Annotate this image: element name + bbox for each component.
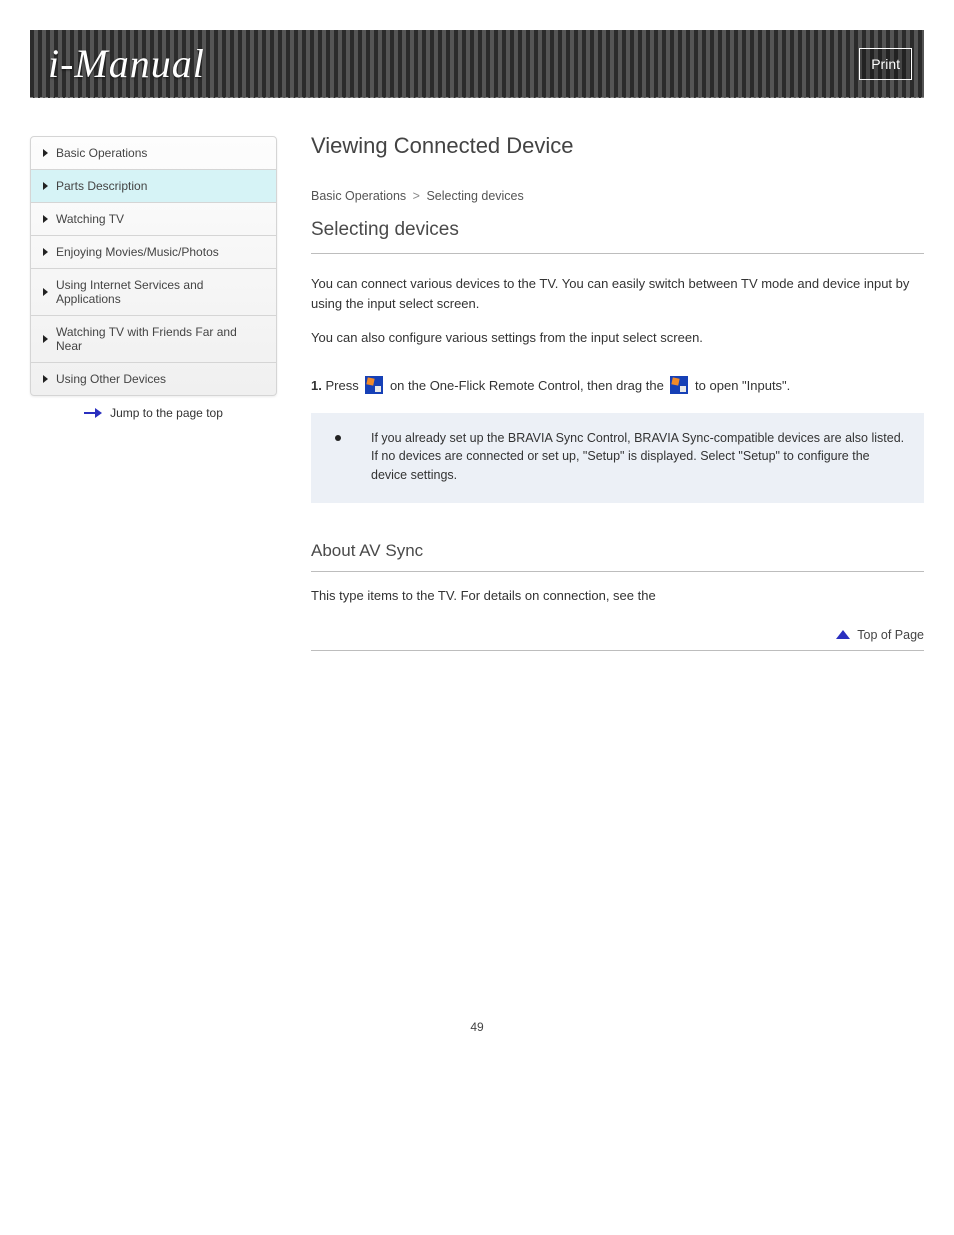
top-of-page-link[interactable]: Top of Page — [836, 628, 924, 642]
top-of-page-label: Top of Page — [857, 628, 924, 642]
breadcrumb-item: Selecting devices — [426, 189, 523, 203]
sidebar-item-label: Watching TV — [56, 212, 124, 226]
sidebar-item-label: Basic Operations — [56, 146, 147, 160]
sidebar-item-parts-description[interactable]: Parts Description — [31, 169, 276, 202]
chevron-right-icon — [43, 149, 48, 157]
sidebar: Basic Operations Parts Description Watch… — [30, 136, 277, 670]
jump-to-top-link[interactable]: Jump to the page top — [30, 396, 277, 420]
chevron-right-icon — [43, 375, 48, 383]
arrow-right-icon — [84, 409, 102, 417]
intro-paragraph-1: You can connect various devices to the T… — [311, 274, 924, 314]
breadcrumb-separator: > — [413, 189, 420, 203]
step-list: 1. Press on the One-Flick Remote Control… — [311, 376, 924, 396]
sidebar-item-label: Watching TV with Friends Far and Near — [56, 325, 264, 353]
subsection-heading: About AV Sync — [311, 529, 924, 572]
jump-to-top-label: Jump to the page top — [110, 406, 223, 420]
sidebar-item-internet-services[interactable]: Using Internet Services and Applications — [31, 268, 276, 315]
sidebar-item-basic-operations[interactable]: Basic Operations — [31, 137, 276, 169]
note-text: If you already set up the BRAVIA Sync Co… — [371, 431, 904, 483]
chevron-up-icon — [836, 630, 850, 639]
sidebar-item-other-devices[interactable]: Using Other Devices — [31, 362, 276, 395]
sidebar-item-movies-music-photos[interactable]: Enjoying Movies/Music/Photos — [31, 235, 276, 268]
intro-paragraph-2: You can also configure various settings … — [311, 328, 924, 348]
step-text: Press — [325, 378, 362, 393]
sidebar-list: Basic Operations Parts Description Watch… — [30, 136, 277, 396]
step-1: 1. Press on the One-Flick Remote Control… — [311, 376, 924, 396]
input-icon — [670, 376, 688, 394]
header-bar: i-Manual Print — [30, 30, 924, 98]
step-number: 1. — [311, 378, 322, 393]
footer-divider: Top of Page — [311, 650, 924, 670]
breadcrumb-item[interactable]: Basic Operations — [311, 189, 406, 203]
brand-logo: i-Manual — [48, 40, 205, 87]
chevron-right-icon — [43, 248, 48, 256]
section-heading: Selecting devices — [311, 211, 924, 254]
bullet-icon — [335, 435, 341, 441]
chevron-right-icon — [43, 215, 48, 223]
chevron-right-icon — [43, 182, 48, 190]
sidebar-item-label: Parts Description — [56, 179, 147, 193]
step-text: to open "Inputs". — [695, 378, 790, 393]
sidebar-item-watching-with-friends[interactable]: Watching TV with Friends Far and Near — [31, 315, 276, 362]
chevron-right-icon — [43, 288, 48, 296]
subsection-body: This type items to the TV. For details o… — [311, 586, 924, 606]
sidebar-item-label: Enjoying Movies/Music/Photos — [56, 245, 219, 259]
input-icon — [365, 376, 383, 394]
breadcrumb: Basic Operations > Selecting devices — [311, 189, 924, 203]
note-box: If you already set up the BRAVIA Sync Co… — [311, 413, 924, 503]
page-number: 49 — [30, 1020, 924, 1034]
sidebar-item-label: Using Other Devices — [56, 372, 166, 386]
sidebar-item-label: Using Internet Services and Applications — [56, 278, 264, 306]
step-text: on the One-Flick Remote Control, then dr… — [390, 378, 667, 393]
chevron-right-icon — [43, 335, 48, 343]
main-content: Viewing Connected Device Basic Operation… — [311, 136, 924, 670]
sidebar-item-watching-tv[interactable]: Watching TV — [31, 202, 276, 235]
page-title: Viewing Connected Device — [311, 133, 924, 159]
print-button[interactable]: Print — [859, 48, 912, 80]
